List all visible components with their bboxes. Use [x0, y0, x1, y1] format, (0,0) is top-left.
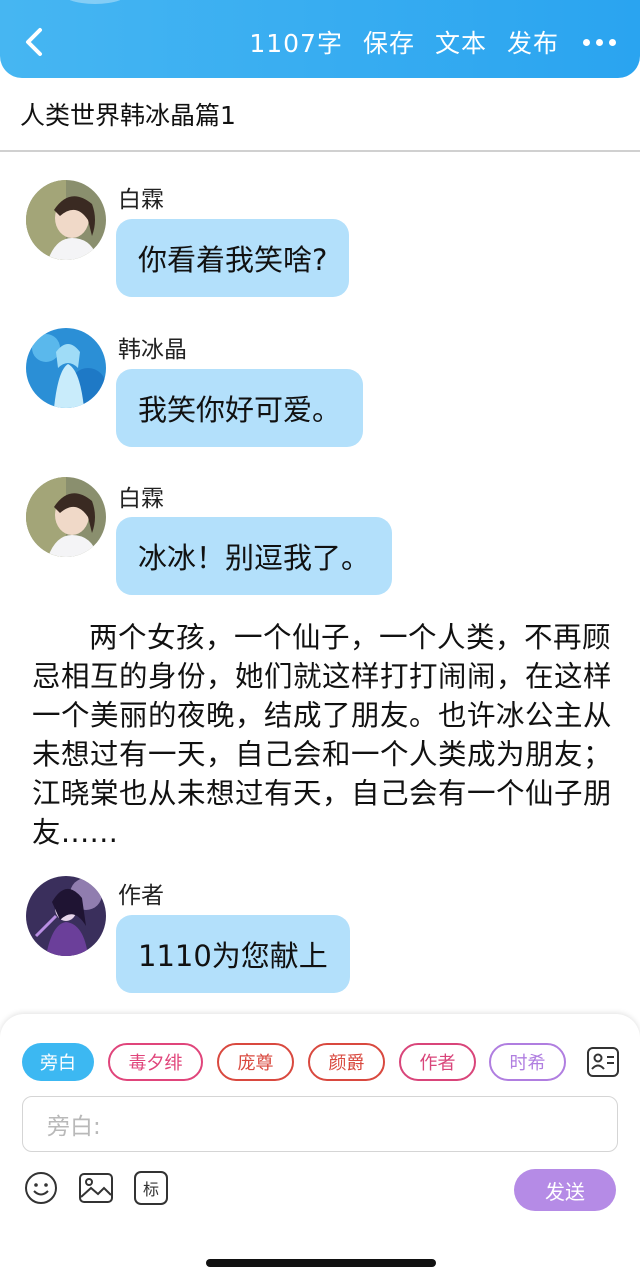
story-title[interactable]: 人类世界韩冰晶篇1	[20, 96, 236, 132]
message-bubble[interactable]: 我笑你好可爱。	[116, 369, 364, 447]
role-chip[interactable]: 毒夕绯	[108, 1043, 203, 1081]
role-chip-narrator[interactable]: 旁白	[22, 1043, 94, 1081]
word-count: 1107字	[249, 29, 343, 58]
input-placeholder: 旁白:	[47, 1114, 101, 1140]
publish-button[interactable]: 发布	[507, 24, 559, 60]
home-indicator	[206, 1259, 436, 1267]
avatar-author[interactable]	[26, 876, 106, 956]
top-bar: 1107字 保存 文本 发布	[0, 0, 640, 78]
ice-fairy-portrait-icon	[26, 328, 106, 408]
image-icon	[79, 1173, 113, 1203]
message-bubble[interactable]: 你看着我笑啥?	[116, 219, 350, 297]
role-chip[interactable]: 时希	[489, 1043, 566, 1081]
story-title-bar: 人类世界韩冰晶篇1	[0, 78, 640, 152]
narration-paragraph: 两个女孩，一个仙子，一个人类，不再顾忌相互的身份，她们就这样打打闹闹，在这样一个…	[32, 621, 613, 849]
message-bubble[interactable]: 1110为您献上	[116, 915, 350, 993]
message-bubble[interactable]: 冰冰！别逗我了。	[116, 517, 393, 595]
contact-card-icon	[587, 1047, 619, 1077]
dark-character-portrait-icon	[26, 876, 106, 956]
message-input[interactable]: 旁白:	[22, 1096, 618, 1152]
role-chip[interactable]: 颜爵	[308, 1043, 385, 1081]
smiley-icon	[25, 1172, 57, 1204]
tag-button[interactable]: 标	[133, 1170, 169, 1206]
sender-name: 白霖	[118, 486, 164, 512]
back-button[interactable]	[18, 22, 52, 62]
tag-label: 标	[142, 1180, 159, 1199]
avatar-hanbingjing[interactable]	[26, 328, 106, 408]
avatar-bailin[interactable]	[26, 180, 106, 260]
chevron-left-icon	[26, 28, 42, 56]
image-button[interactable]	[78, 1170, 114, 1206]
header-actions: 1107字 保存 文本 发布	[249, 24, 616, 60]
contacts-button[interactable]	[586, 1045, 620, 1079]
sender-name: 韩冰晶	[118, 337, 187, 363]
sender-name: 白霖	[118, 187, 164, 213]
emoji-button[interactable]	[23, 1170, 59, 1206]
sender-name: 作者	[118, 883, 164, 909]
role-chip[interactable]: 庞尊	[217, 1043, 294, 1081]
girl-portrait-icon	[26, 477, 106, 557]
role-chip[interactable]: 作者	[399, 1043, 476, 1081]
avatar-bailin[interactable]	[26, 477, 106, 557]
header-decoration	[60, 0, 130, 4]
save-button[interactable]: 保存	[363, 24, 415, 60]
narration-text[interactable]: 两个女孩，一个仙子，一个人类，不再顾忌相互的身份，她们就这样打打闹闹，在这样一个…	[32, 618, 616, 852]
text-button[interactable]: 文本	[435, 24, 487, 60]
girl-portrait-icon	[26, 180, 106, 260]
more-icon[interactable]	[583, 38, 616, 46]
send-button[interactable]: 发送	[514, 1169, 616, 1211]
